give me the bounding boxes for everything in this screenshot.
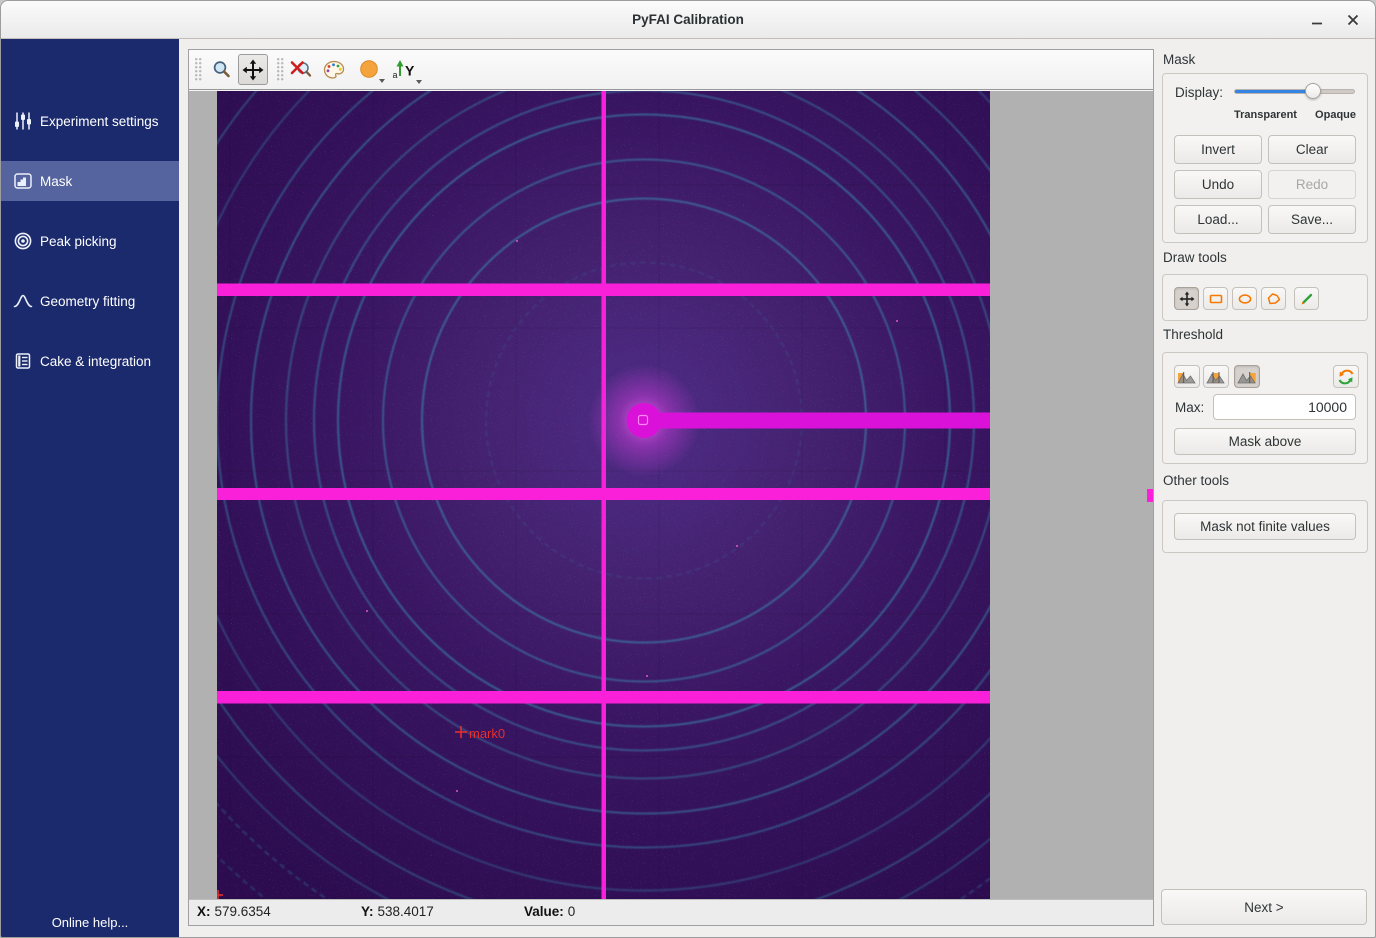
- other-tools-section-title: Other tools: [1163, 473, 1229, 488]
- zoom-reset-icon: [290, 59, 314, 81]
- plot-toolbar: a Y: [189, 50, 1153, 90]
- target-icon: [12, 230, 34, 252]
- sidebar-item-label: Cake & integration: [40, 354, 151, 369]
- svg-text:a: a: [393, 70, 398, 80]
- colormap-palette-icon: [322, 59, 346, 81]
- plot-widget: a Y: [188, 49, 1154, 926]
- statusbar-value: Value:0: [524, 904, 575, 919]
- pencil-tool-icon: [1299, 291, 1315, 307]
- axis-orientation-icon: a Y: [392, 58, 418, 82]
- other-tools-group-box: Mask not finite values: [1162, 500, 1368, 553]
- draw-polygon-tool-button[interactable]: [1261, 287, 1286, 310]
- dropdown-caret-icon: [416, 80, 422, 84]
- mask-circle-icon: [359, 59, 381, 81]
- mask-circle-tool-button[interactable]: [357, 54, 383, 85]
- draw-pencil-tool-button[interactable]: [1294, 287, 1319, 310]
- zoom-tool-button[interactable]: [207, 54, 237, 85]
- mask-display-slider[interactable]: [1234, 83, 1355, 99]
- mask-between-mode-button[interactable]: [1203, 365, 1229, 388]
- plot-canvas[interactable]: mark0: [189, 91, 1153, 899]
- save-button[interactable]: Save...: [1268, 205, 1356, 234]
- mask-above-icon: [1237, 370, 1257, 384]
- mask-below-icon: [1177, 370, 1197, 384]
- window-title: PyFAI Calibration: [1, 1, 1375, 39]
- pan-tool-icon: [1179, 291, 1195, 307]
- slider-track[interactable]: [1234, 89, 1355, 94]
- refresh-icon: [1337, 368, 1355, 386]
- statusbar-x: X:579.6354: [197, 904, 271, 919]
- titlebar: PyFAI Calibration: [1, 1, 1375, 39]
- sidebar-item-mask[interactable]: Mask: [1, 161, 179, 201]
- minimize-icon: [1311, 14, 1323, 26]
- sidebar-item-label: Peak picking: [40, 234, 117, 249]
- diffraction-image[interactable]: mark0: [217, 91, 990, 899]
- polygon-tool-icon: [1266, 291, 1282, 307]
- mask-icon: [12, 170, 34, 192]
- pan-tool-icon: [242, 59, 264, 81]
- sidebar-item-label: Mask: [40, 174, 72, 189]
- mask-between-icon: [1206, 370, 1226, 384]
- transparent-label: Transparent: [1234, 109, 1297, 121]
- clear-button[interactable]: Clear: [1268, 135, 1356, 164]
- threshold-max-input[interactable]: [1213, 394, 1356, 420]
- slider-fill: [1235, 90, 1314, 93]
- app-window: PyFAI Calibration Experiment settings Ma…: [0, 0, 1376, 938]
- threshold-group-box: Max: Mask above: [1162, 352, 1368, 464]
- toolbar-grip-handle[interactable]: [277, 58, 284, 82]
- sidebar: Experiment settings Mask Peak picking Ge…: [1, 39, 179, 938]
- sidebar-item-peak-picking[interactable]: Peak picking: [1, 221, 179, 261]
- plot-statusbar: X:579.6354 Y:538.4017 Value:0: [189, 899, 1153, 925]
- sidebar-item-label: Experiment settings: [40, 114, 159, 129]
- max-label: Max:: [1175, 400, 1204, 415]
- colormap-palette-button[interactable]: [319, 54, 349, 85]
- sidebar-item-cake-integration[interactable]: Cake & integration: [1, 341, 179, 381]
- draw-ellipse-tool-button[interactable]: [1232, 287, 1257, 310]
- peak-curve-icon: [12, 290, 34, 312]
- axis-orientation-button[interactable]: a Y: [389, 54, 421, 85]
- mask-above-mode-button[interactable]: [1234, 365, 1260, 388]
- threshold-section-title: Threshold: [1163, 327, 1223, 342]
- svg-text:Y: Y: [405, 62, 415, 78]
- draw-pan-tool-button[interactable]: [1174, 287, 1199, 310]
- zoom-reset-button[interactable]: [287, 54, 317, 85]
- document-lines-icon: [12, 350, 34, 372]
- redo-button[interactable]: Redo: [1268, 170, 1356, 199]
- zoom-tool-icon: [211, 59, 233, 81]
- load-button[interactable]: Load...: [1174, 205, 1262, 234]
- pan-tool-button[interactable]: [238, 54, 268, 85]
- sidebar-item-experiment-settings[interactable]: Experiment settings: [1, 101, 179, 141]
- close-icon: [1347, 14, 1359, 26]
- draw-tools-group-box: [1162, 274, 1368, 321]
- statusbar-y: Y:538.4017: [361, 904, 434, 919]
- draw-rectangle-tool-button[interactable]: [1203, 287, 1228, 310]
- slider-handle[interactable]: [1305, 83, 1321, 99]
- invert-button[interactable]: Invert: [1174, 135, 1262, 164]
- dropdown-caret-icon: [379, 79, 385, 83]
- sidebar-item-geometry-fitting[interactable]: Geometry fitting: [1, 281, 179, 321]
- draw-tools-section-title: Draw tools: [1163, 250, 1227, 265]
- mask-not-finite-button[interactable]: Mask not finite values: [1174, 513, 1356, 540]
- ellipse-tool-icon: [1237, 291, 1253, 307]
- next-button[interactable]: Next >: [1161, 889, 1367, 925]
- sliders-icon: [12, 110, 34, 132]
- opaque-label: Opaque: [1315, 109, 1356, 121]
- undo-button[interactable]: Undo: [1174, 170, 1262, 199]
- mask-above-button[interactable]: Mask above: [1174, 428, 1356, 455]
- threshold-refresh-button[interactable]: [1333, 365, 1359, 388]
- slider-tick-labels: Transparent Opaque: [1234, 109, 1356, 121]
- close-button[interactable]: [1343, 10, 1363, 30]
- mask-edge-fragment: [1147, 489, 1153, 502]
- mask-section-title: Mask: [1163, 52, 1195, 67]
- minimize-button[interactable]: [1307, 10, 1327, 30]
- mask-group-box: Display: Transparent Opaque Invert Clear…: [1162, 73, 1368, 243]
- display-label: Display:: [1175, 85, 1223, 100]
- online-help-link[interactable]: Online help...: [1, 915, 179, 930]
- sidebar-item-label: Geometry fitting: [40, 294, 135, 309]
- svg-text:mark0: mark0: [469, 726, 505, 741]
- mask-below-mode-button[interactable]: [1174, 365, 1200, 388]
- toolbar-grip-handle[interactable]: [195, 58, 202, 82]
- rectangle-tool-icon: [1208, 291, 1224, 307]
